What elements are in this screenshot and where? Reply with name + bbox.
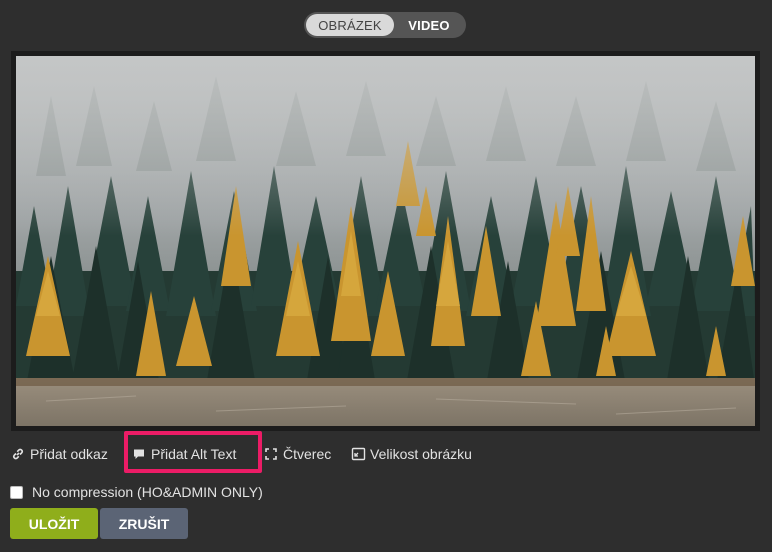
no-compression-option: No compression (HO&ADMIN ONLY) [10, 483, 263, 501]
forest-image [16, 56, 755, 426]
add-link-action[interactable]: Přidat odkaz [10, 440, 108, 468]
add-alt-text-label: Přidat Alt Text [151, 446, 237, 462]
resize-icon [350, 446, 366, 462]
square-crop-action[interactable]: Čtverec [263, 440, 331, 468]
add-alt-text-action[interactable]: Přidat Alt Text [131, 440, 236, 468]
tab-video[interactable]: VIDEO [394, 14, 464, 36]
no-compression-checkbox[interactable] [10, 485, 23, 499]
link-icon [10, 446, 26, 462]
save-button[interactable]: ULOŽIT [10, 508, 98, 539]
tab-image[interactable]: OBRÁZEK [306, 14, 394, 36]
image-size-label: Velikost obrázku [370, 446, 472, 462]
comment-icon [131, 446, 147, 462]
crop-icon [263, 446, 279, 462]
add-link-label: Přidat odkaz [30, 446, 108, 462]
cancel-button[interactable]: ZRUŠIT [100, 508, 188, 539]
image-actions: Přidat odkaz Přidat Alt Text Čtverec Vel… [0, 440, 772, 468]
no-compression-label: No compression (HO&ADMIN ONLY) [32, 484, 263, 500]
square-label: Čtverec [283, 446, 332, 462]
image-preview [11, 51, 760, 431]
media-type-toggle: OBRÁZEK VIDEO [304, 12, 466, 38]
image-size-action[interactable]: Velikost obrázku [350, 440, 472, 468]
